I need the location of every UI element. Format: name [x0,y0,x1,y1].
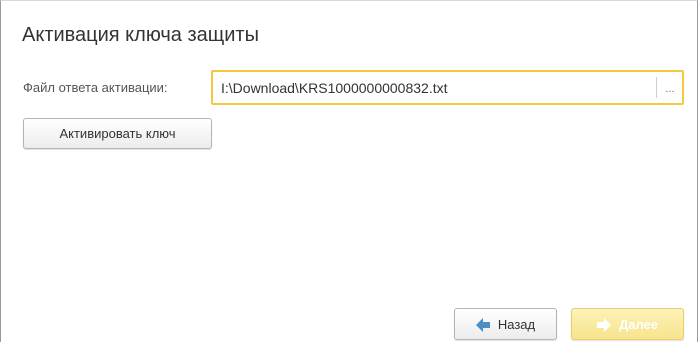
activation-file-field[interactable]: ... [211,70,684,105]
next-button[interactable]: Далее [571,308,684,340]
dialog-title: Активация ключа защиты [22,24,259,46]
next-label: Далее [618,316,659,332]
arrow-right-icon [596,317,611,332]
arrow-left-icon [475,317,490,332]
activate-key-button[interactable]: Активировать ключ [23,118,212,149]
activation-file-input[interactable] [213,72,655,103]
activate-key-label: Активировать ключ [59,126,176,141]
browse-button[interactable]: ... [658,72,682,103]
activation-file-label: Файл ответа активации: [23,80,168,95]
field-separator [656,77,657,98]
activation-dialog: Активация ключа защиты Файл ответа актив… [0,0,698,342]
back-label: Назад [497,316,536,332]
back-button[interactable]: Назад [454,308,557,340]
